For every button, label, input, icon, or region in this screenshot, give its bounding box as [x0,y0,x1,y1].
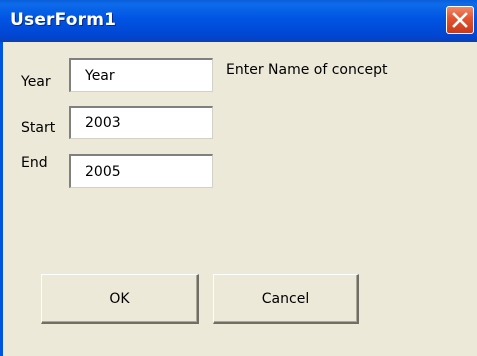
start-label: Start [21,120,56,136]
cancel-button[interactable]: Cancel [213,274,359,324]
window-title: UserForm1 [10,10,117,30]
end-label: End [21,155,48,171]
userform-window: UserForm1 Year Enter Name of concept Sta… [0,0,477,356]
close-button[interactable] [446,6,474,34]
form-client-area: Year Enter Name of concept Start End OK … [3,42,477,356]
end-input[interactable] [69,154,213,188]
close-icon [452,12,468,28]
concept-label: Enter Name of concept [226,62,388,78]
year-label: Year [21,74,51,90]
ok-button[interactable]: OK [41,274,199,324]
title-bar[interactable]: UserForm1 [0,0,477,42]
start-input[interactable] [69,106,213,139]
year-input[interactable] [69,58,213,92]
